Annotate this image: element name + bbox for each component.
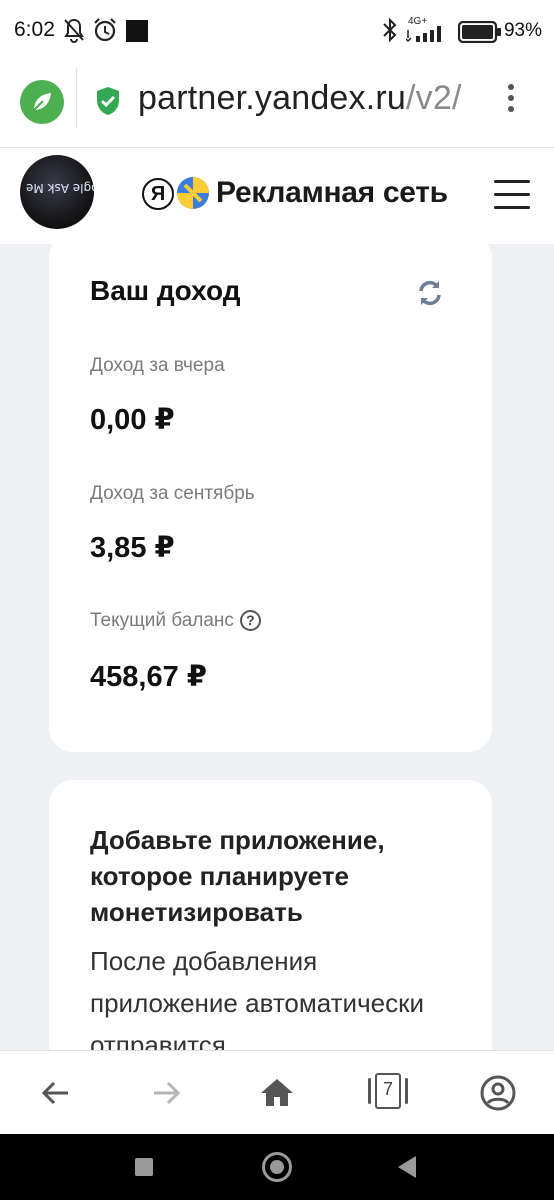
status-time: 6:02 [14,18,55,41]
status-bar: 6:02 4G+ 93% [0,0,554,62]
hamburger-menu-icon[interactable] [494,180,530,210]
system-navigation-bar [0,1134,554,1200]
income-card: Ваш доход Доход за вчера 0,00 ₽ Доход за… [49,244,492,752]
avatar-text: FuckGoogle Ask Me [26,181,94,195]
balance-value: 458,67 ₽ [90,661,207,693]
secure-shield-icon[interactable] [94,85,122,117]
leaf-icon [33,93,51,111]
address-divider [76,68,77,128]
browser-menu-icon[interactable] [504,84,518,120]
month-income-value: 3,85 ₽ [90,532,175,564]
yesterday-income-label: Доход за вчера [90,355,225,376]
brand-title: Рекламная сеть [216,176,448,209]
back-arrow-icon[interactable] [36,1073,76,1113]
month-income-label: Доход за сентябрь [90,483,255,504]
battery-percent: 93% [503,20,542,41]
balance-label-text: Текущий баланс [90,610,234,631]
yesterday-income-value: 0,00 ₽ [90,404,175,436]
yandex-logo[interactable]: Я [142,178,174,210]
income-title: Ваш доход [90,275,241,306]
back-button[interactable] [398,1156,416,1178]
add-app-description: После добавления приложение автоматическ… [90,946,424,1050]
account-icon[interactable] [478,1073,518,1113]
ad-network-logo-icon[interactable] [176,176,210,210]
battery-icon [458,21,501,43]
page-header: FuckGoogle Ask Me Я Рекламная сеть [0,148,554,244]
bluetooth-icon [383,17,397,43]
browser-address-bar: partner.yandex.ru/v2/ [0,62,554,148]
page-content: Ваш доход Доход за вчера 0,00 ₽ Доход за… [0,244,554,1050]
signal-icon [406,26,441,42]
home-icon[interactable] [257,1073,297,1113]
url-field[interactable]: partner.yandex.ru/v2/ [138,79,462,118]
help-icon[interactable]: ? [239,610,261,631]
recents-button[interactable] [135,1158,153,1176]
avatar[interactable]: FuckGoogle Ask Me [20,155,94,229]
add-app-card: Добавьте приложение, которое планируете … [49,780,492,1050]
tabs-button[interactable]: 7 [368,1073,408,1111]
site-settings-button[interactable] [20,80,64,124]
forward-arrow-icon[interactable] [146,1073,186,1113]
tabs-count: 7 [382,1079,393,1099]
home-button[interactable] [262,1152,292,1182]
add-app-title: Добавьте приложение, которое планируете … [90,825,385,927]
url-host: partner.yandex.ru [138,79,407,117]
balance-label: Текущий баланс? [90,610,261,632]
url-path: /v2/ [406,79,462,117]
browser-bottom-toolbar: 7 [0,1050,554,1134]
alarm-icon [94,18,116,42]
notifications-off-icon [64,18,84,43]
refresh-icon[interactable] [415,278,445,308]
notification-square-icon [126,20,148,42]
